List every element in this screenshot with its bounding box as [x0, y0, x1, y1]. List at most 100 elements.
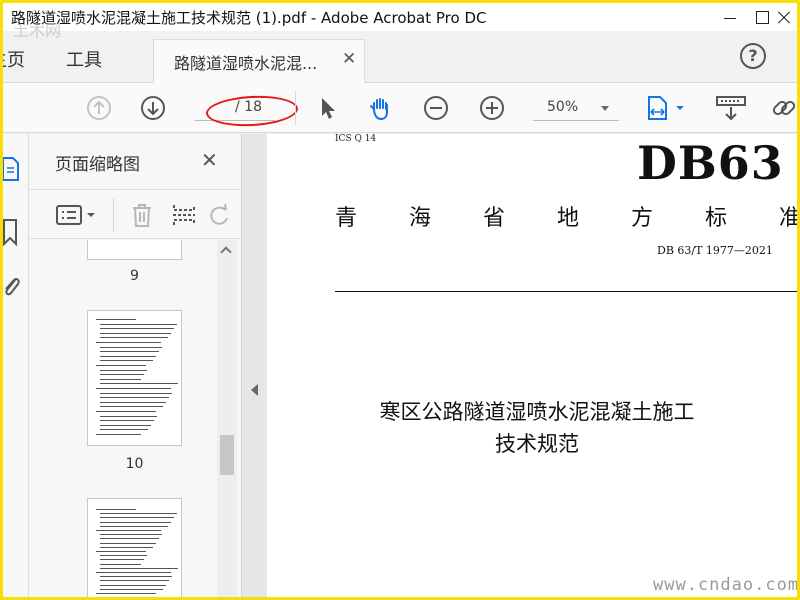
thumbnail-text-line — [100, 346, 162, 348]
zoom-value: 50% — [547, 99, 579, 115]
thumbnail-text-line — [96, 342, 161, 343]
thumbnail-text-line — [100, 374, 144, 376]
thumbnail-text-line — [96, 593, 156, 594]
document-tab-title: 路隧道湿喷水泥混... — [174, 54, 318, 73]
close-tab-icon[interactable]: ✕ — [342, 49, 356, 69]
fit-width-icon[interactable] — [646, 95, 686, 121]
thumbnail-text-line — [100, 588, 163, 590]
thumbnail-text-line — [100, 542, 156, 544]
province-char: 省 — [483, 206, 506, 231]
page-thumbnails-icon[interactable] — [3, 156, 21, 182]
zoom-select[interactable]: 50% — [533, 95, 619, 121]
thumbnail-text-line — [100, 332, 171, 334]
thumbnail-text-line — [100, 369, 147, 371]
thumbnail-text-line — [100, 513, 177, 515]
chevron-down-icon — [601, 106, 609, 111]
window-title: 路隧道湿喷水泥混凝土施工技术规范 (1).pdf - Adobe Acrobat… — [11, 9, 487, 27]
collapse-panel-icon[interactable] — [251, 384, 258, 396]
thumbnail-list: 9 10 — [29, 240, 241, 597]
help-icon[interactable]: ? — [740, 43, 766, 69]
thumbnail-options-icon[interactable] — [55, 202, 99, 228]
thumbnail-text-line — [100, 580, 169, 582]
thumbnail-text-line — [96, 572, 171, 573]
thumbnail-text-line — [100, 546, 153, 548]
thumbnail-text-line — [96, 434, 141, 435]
panel-toolbar — [29, 189, 241, 239]
toolbar-divider — [295, 91, 296, 125]
scroll-thumb[interactable] — [220, 435, 234, 475]
thumbnail-text-line — [100, 521, 171, 523]
standard-number: DB 63/T 1977—2021 — [657, 244, 773, 257]
thumbnail-text-line — [100, 420, 154, 422]
thumbnail-text-line — [100, 534, 162, 536]
acrobat-window: 路隧道湿喷水泥混凝土施工技术规范 (1).pdf - Adobe Acrobat… — [3, 3, 797, 597]
header-rule — [335, 291, 797, 292]
thumbnail-page-10[interactable] — [87, 310, 182, 446]
thumbnail-text-line — [100, 392, 172, 394]
panel-title: 页面缩略图 — [55, 155, 140, 175]
link-icon[interactable] — [771, 95, 797, 121]
province-char: 方 — [631, 206, 654, 231]
province-char: 标 — [705, 206, 728, 231]
thumbnail-text-line — [100, 563, 141, 565]
previous-page-icon[interactable] — [86, 95, 112, 121]
thumbnails-panel: 页面缩略图 ✕ 9 10 — [29, 134, 241, 597]
thumbnail-page-9[interactable] — [87, 240, 182, 260]
zoom-in-icon[interactable] — [479, 95, 505, 121]
panel-close-icon[interactable]: ✕ — [201, 148, 218, 172]
thumbnail-text-line — [100, 328, 174, 330]
watermark-bottom-right: www.cndao.com — [653, 575, 797, 595]
attachment-icon[interactable] — [3, 274, 21, 300]
thumbnail-text-line — [100, 401, 166, 403]
thumbnail-text-line — [96, 530, 161, 531]
panel-divider — [113, 198, 114, 232]
document-tab[interactable]: 路隧道湿喷水泥混... ✕ — [153, 39, 365, 83]
thumbnail-text-line — [96, 365, 146, 366]
minimize-button[interactable] — [715, 3, 745, 31]
province-char: 海 — [409, 206, 432, 231]
thumbnail-text-line — [100, 517, 174, 519]
thumbnail-text-line — [100, 378, 141, 380]
thumbnail-text-line — [100, 323, 177, 325]
thumbnail-text-line — [100, 584, 166, 586]
thumbnail-text-line — [100, 555, 147, 557]
scroll-up-icon[interactable] — [220, 246, 232, 258]
document-title-line2: 技术规范 — [495, 432, 579, 456]
thumbnail-text-line — [96, 509, 136, 510]
thumbnail-text-line — [100, 559, 144, 561]
thumbnail-text-line — [100, 567, 178, 569]
thumbnail-text-line — [100, 397, 169, 399]
delete-icon[interactable] — [129, 202, 155, 228]
thumbnail-text-line — [96, 551, 146, 552]
hand-tool-icon[interactable] — [367, 95, 393, 121]
thumbnail-text-line — [100, 360, 153, 362]
zoom-out-icon[interactable] — [423, 95, 449, 121]
title-bar: 路隧道湿喷水泥混凝土施工技术规范 (1).pdf - Adobe Acrobat… — [3, 3, 797, 31]
thumbnail-page-11[interactable] — [87, 498, 182, 597]
thumbnail-text-line — [100, 576, 172, 578]
thumbnail-text-line — [100, 538, 159, 540]
tab-home[interactable]: 主页 — [3, 46, 25, 72]
close-window-button[interactable] — [771, 3, 797, 31]
document-title: 寒区公路隧道湿喷水泥混凝土施工 技术规范 — [327, 396, 747, 460]
province-char: 地 — [557, 206, 580, 231]
thumbnail-text-line — [100, 415, 157, 417]
bookmark-icon[interactable] — [3, 218, 21, 246]
document-page: ICS Q 14 DB63 青 海 省 地 方 标 准 DB 63/T 1977… — [267, 134, 797, 597]
thumbnail-text-line — [100, 355, 156, 357]
left-rail — [3, 134, 29, 597]
scroll-mode-icon[interactable] — [715, 95, 747, 121]
thumbnail-text-line — [100, 337, 168, 339]
next-page-icon[interactable] — [140, 95, 166, 121]
thumbnail-text-line — [100, 424, 151, 426]
panel-splitter[interactable] — [241, 134, 267, 597]
rotate-icon[interactable] — [207, 202, 233, 228]
thumbnail-text-line — [100, 429, 148, 431]
thumbnail-label: 10 — [125, 456, 144, 472]
tab-tools[interactable]: 工具 — [66, 46, 102, 72]
thumbnail-text-line — [96, 411, 156, 412]
insert-page-icon[interactable] — [171, 202, 197, 228]
panel-scrollbar[interactable] — [217, 240, 237, 597]
select-cursor-icon[interactable] — [315, 95, 341, 121]
province-char: 青 — [335, 206, 358, 231]
